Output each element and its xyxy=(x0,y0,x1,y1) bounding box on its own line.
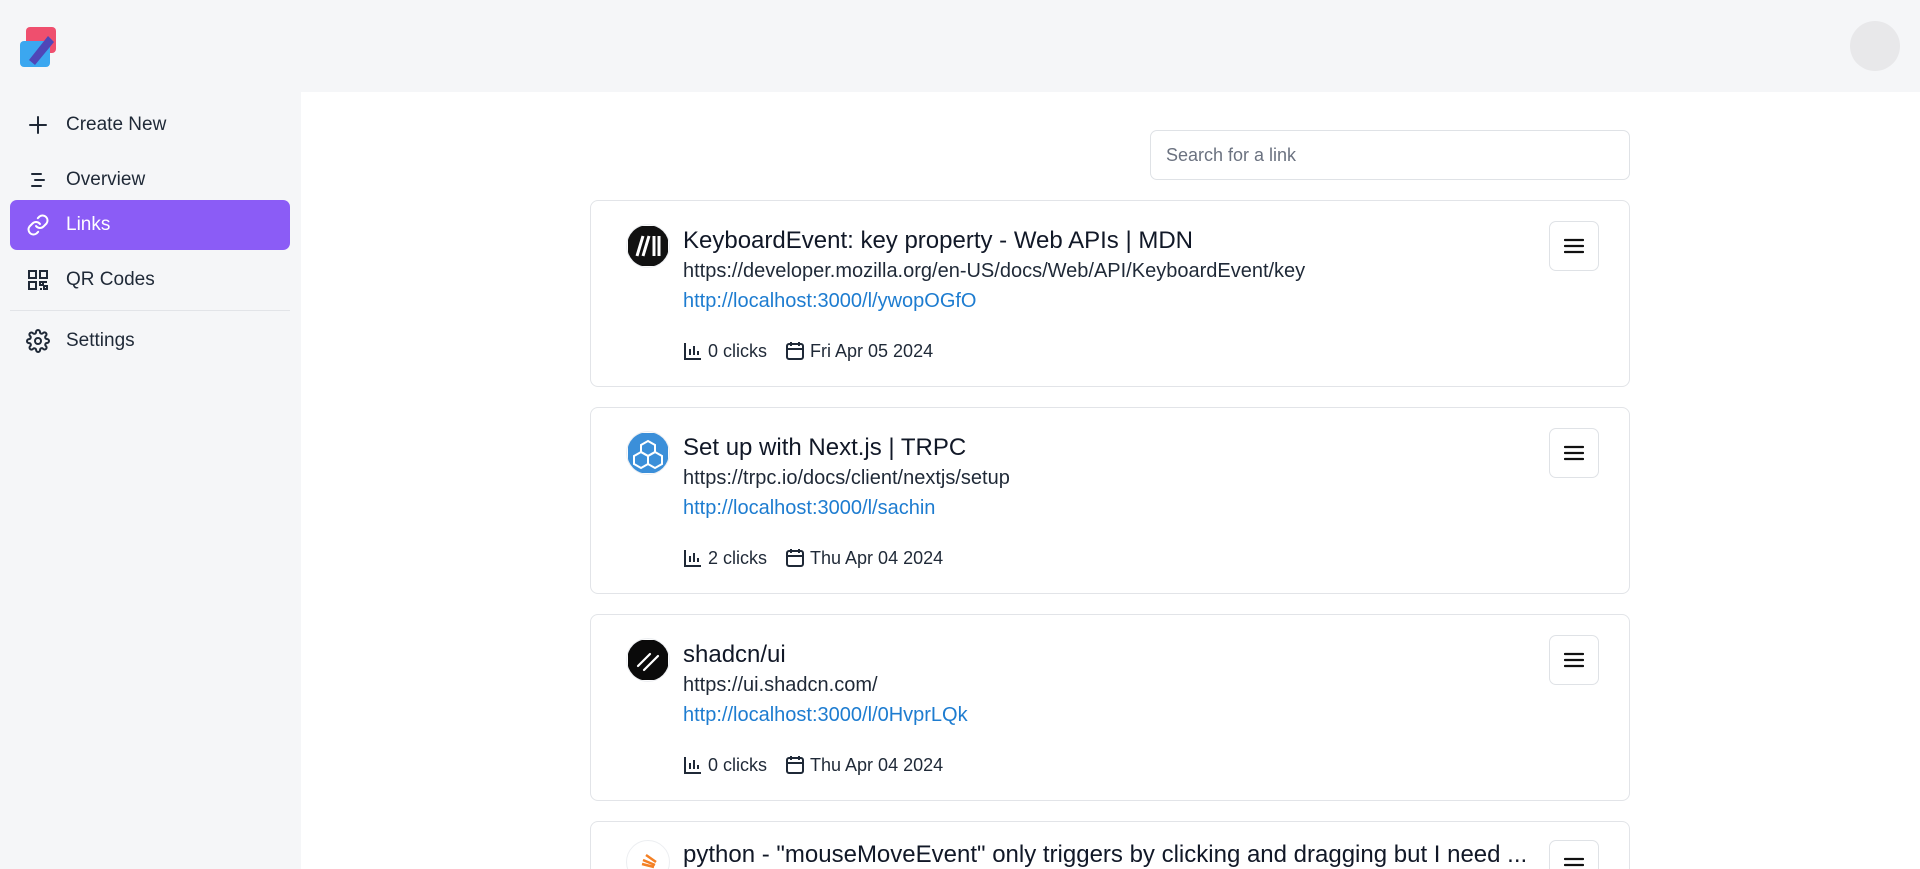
gear-icon xyxy=(26,329,50,353)
calendar-icon xyxy=(785,547,807,569)
short-link[interactable]: http://localhost:3000/l/ywopOGfO xyxy=(683,290,977,313)
bar-chart-icon xyxy=(683,340,705,362)
link-menu-button[interactable] xyxy=(1549,840,1599,869)
destination-url: https://developer.mozilla.org/en-US/docs… xyxy=(683,260,1306,282)
link-stats: 2 clicks Thu Apr 04 2024 xyxy=(683,547,943,569)
sidebar-item-links[interactable]: Links xyxy=(10,200,290,250)
link-title: KeyboardEvent: key property - Web APIs |… xyxy=(683,227,1193,254)
plus-icon xyxy=(26,113,50,137)
qr-code-icon xyxy=(26,268,50,292)
bar-chart-icon xyxy=(683,754,705,776)
app-root: Create New Overview Links QR Codes Setti… xyxy=(0,0,1920,869)
link-card: shadcn/ui https://ui.shadcn.com/ http://… xyxy=(590,614,1630,801)
link-stats: 0 clicks Thu Apr 04 2024 xyxy=(683,754,943,776)
created-date: Fri Apr 05 2024 xyxy=(810,340,934,361)
link-title: Set up with Next.js | TRPC xyxy=(683,434,967,461)
link-menu-button[interactable] xyxy=(1549,428,1599,478)
sidebar-item-label: Settings xyxy=(66,330,135,351)
sidebar-item-overview[interactable]: Overview xyxy=(10,155,290,205)
calendar-icon xyxy=(785,340,807,362)
click-count: 0 clicks xyxy=(708,340,768,361)
sidebar: Create New Overview Links QR Codes Setti… xyxy=(0,92,301,869)
sidebar-item-label: Links xyxy=(66,214,111,235)
shadcn-icon xyxy=(626,638,670,682)
calendar-icon xyxy=(785,754,807,776)
hamburger-icon xyxy=(1564,652,1584,668)
search-input[interactable] xyxy=(1150,130,1630,180)
sidebar-item-label: QR Codes xyxy=(66,269,155,290)
destination-url: https://trpc.io/docs/client/nextjs/setup xyxy=(683,467,1010,489)
bar-chart-icon xyxy=(683,547,705,569)
link-card: Set up with Next.js | TRPC https://trpc.… xyxy=(590,407,1630,594)
created-date: Thu Apr 04 2024 xyxy=(810,547,944,568)
destination-url: https://ui.shadcn.com/ xyxy=(683,674,878,696)
hamburger-icon xyxy=(1564,238,1584,254)
link-card: python - "mouseMoveEvent" only triggers … xyxy=(590,821,1630,869)
link-title: python - "mouseMoveEvent" only triggers … xyxy=(683,841,1528,868)
sidebar-item-settings[interactable]: Settings xyxy=(10,316,290,366)
link-title: shadcn/ui xyxy=(683,641,786,668)
sidebar-item-create-new[interactable]: Create New xyxy=(10,100,290,150)
sidebar-item-label: Create New xyxy=(66,114,167,135)
app-logo-icon[interactable] xyxy=(18,24,62,68)
click-count: 0 clicks xyxy=(708,754,768,775)
link-card: KeyboardEvent: key property - Web APIs |… xyxy=(590,200,1630,387)
link-menu-button[interactable] xyxy=(1549,635,1599,685)
top-bar xyxy=(0,0,1920,92)
link-icon xyxy=(26,213,50,237)
hamburger-icon xyxy=(1564,857,1584,867)
hamburger-icon xyxy=(1564,445,1584,461)
sidebar-item-label: Overview xyxy=(66,169,146,190)
link-menu-button[interactable] xyxy=(1549,221,1599,271)
trpc-icon xyxy=(626,431,670,475)
user-avatar[interactable] xyxy=(1850,21,1900,71)
short-link[interactable]: http://localhost:3000/l/sachin xyxy=(683,497,935,520)
stackoverflow-icon xyxy=(626,840,670,869)
short-link[interactable]: http://localhost:3000/l/0HvprLQk xyxy=(683,704,968,727)
link-stats: 0 clicks Fri Apr 05 2024 xyxy=(683,340,933,362)
sidebar-item-qr-codes[interactable]: QR Codes xyxy=(10,255,290,305)
overview-icon xyxy=(26,168,50,192)
sidebar-divider xyxy=(10,310,290,311)
mdn-icon xyxy=(626,224,670,268)
click-count: 2 clicks xyxy=(708,547,768,568)
created-date: Thu Apr 04 2024 xyxy=(810,754,944,775)
